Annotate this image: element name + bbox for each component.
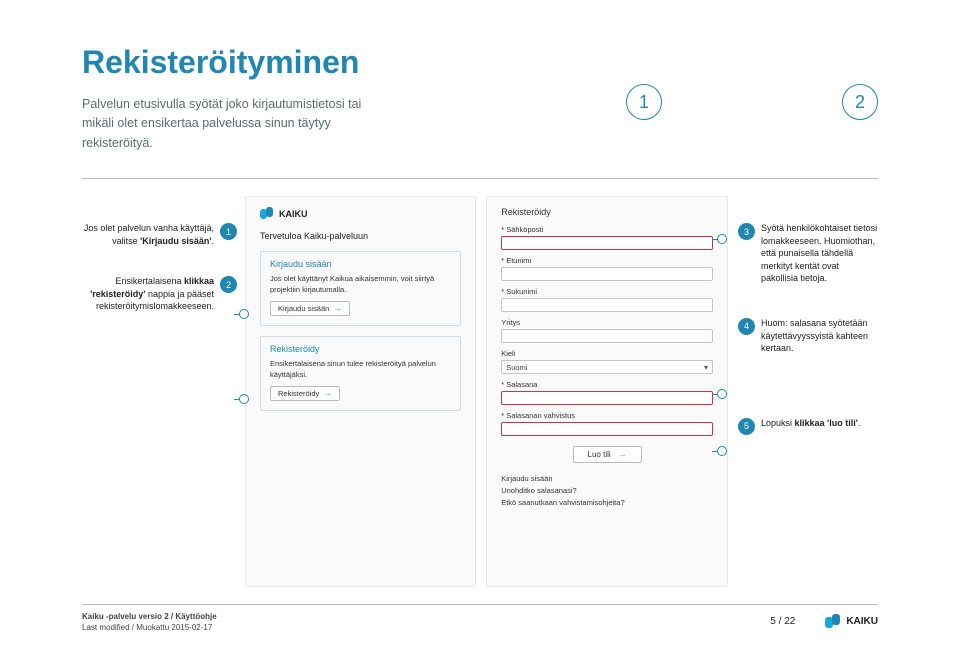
password2-field[interactable]: [501, 422, 713, 436]
register-box: Rekisteröidy Ensikertalaisena sinun tule…: [260, 336, 461, 411]
firstname-field[interactable]: [501, 267, 713, 281]
arrow-right-icon: →: [619, 450, 627, 459]
annotation-4-text: Huom: salasana syötetään käytettävyyssyi…: [761, 317, 878, 355]
page-number: 5 / 22: [770, 616, 795, 627]
lang-label: Kieli: [501, 349, 713, 358]
annotation-1-text: Jos olet palvelun vanha käyttäjä, valits…: [82, 222, 214, 247]
annotation-1-num: 1: [220, 223, 237, 240]
footer-brand: KAIKU: [825, 614, 878, 630]
callout-pointer-2: [239, 394, 249, 404]
email-field[interactable]: [501, 236, 713, 250]
password-field[interactable]: [501, 391, 713, 405]
password-label: * Salasana: [501, 380, 713, 389]
section-marker-1: 1: [626, 84, 662, 120]
org-field[interactable]: [501, 329, 713, 343]
footer-brand-text: KAIKU: [846, 616, 878, 627]
annotation-5: 5 Lopuksi klikkaa 'luo tili'.: [738, 417, 878, 435]
register-button[interactable]: Rekisteröidy →: [270, 386, 340, 401]
arrow-right-icon: →: [323, 389, 332, 398]
brand-logo-text: KAIKU: [279, 209, 308, 219]
annotation-3: 3 Syötä henkilökohtaiset tietosi lomakke…: [738, 222, 878, 285]
resend-confirmation-link[interactable]: Etkö saanutkaan vahvistamisohjeita?: [501, 497, 713, 509]
section-marker-2: 2: [842, 84, 878, 120]
password2-label: * Salasanan vahvistus: [501, 411, 713, 420]
callout-pointer-5: [717, 446, 727, 456]
register-form-title: Rekisteröidy: [501, 207, 713, 217]
brand-logo: KAIKU: [260, 207, 461, 221]
annotation-3-num: 3: [738, 223, 755, 240]
annotation-1: Jos olet palvelun vanha käyttäjä, valits…: [82, 222, 237, 247]
create-account-label: Luo tili: [588, 450, 611, 459]
firstname-label: * Etunimi: [501, 256, 713, 265]
annotation-5-text: Lopuksi klikkaa 'luo tili'.: [761, 417, 860, 430]
annotation-4: 4 Huom: salasana syötetään käytettävyyss…: [738, 317, 878, 355]
register-box-title: Rekisteröidy: [270, 344, 451, 354]
annotation-2: Ensikertalaisena klikkaa 'rekisteröidy' …: [82, 275, 237, 313]
auth-links: Kirjaudu sisään Unohditko salasanasi? Et…: [501, 473, 713, 509]
login-link[interactable]: Kirjaudu sisään: [501, 473, 713, 485]
annotation-5-num: 5: [738, 418, 755, 435]
page-title: Rekisteröityminen: [82, 44, 382, 81]
lang-select[interactable]: Suomi: [501, 360, 713, 374]
lastname-field[interactable]: [501, 298, 713, 312]
screenshot-register-panel: Rekisteröidy * Sähköposti * Etunimi * Su…: [486, 196, 728, 587]
email-label: * Sähköposti: [501, 225, 713, 234]
login-box-title: Kirjaudu sisään: [270, 259, 451, 269]
footer-modified: Last modified / Muokattu 2015-02-17: [82, 622, 217, 633]
annotation-3-text: Syötä henkilökohtaiset tietosi lomakkees…: [761, 222, 878, 285]
annotation-4-num: 4: [738, 318, 755, 335]
register-box-text: Ensikertalaisena sinun tulee rekisteröit…: [270, 359, 451, 380]
divider-bottom: [82, 604, 878, 605]
login-box-text: Jos olet käyttänyt Kaikua aikaisemmin, v…: [270, 274, 451, 295]
create-account-button[interactable]: Luo tili →: [573, 446, 642, 463]
login-button-label: Kirjaudu sisään: [278, 304, 329, 313]
annotation-2-text: Ensikertalaisena klikkaa 'rekisteröidy' …: [82, 275, 214, 313]
login-button[interactable]: Kirjaudu sisään →: [270, 301, 350, 316]
register-button-label: Rekisteröidy: [278, 389, 319, 398]
callout-pointer-4: [717, 389, 727, 399]
footer-doc-title: Kaiku -palvelu versio 2 / Käyttöohje: [82, 611, 217, 622]
lastname-label: * Sukunimi: [501, 287, 713, 296]
lang-selected-value: Suomi: [506, 363, 527, 372]
callout-pointer-1: [239, 309, 249, 319]
welcome-heading: Tervetuloa Kaiku-palveluun: [260, 231, 461, 241]
callout-pointer-3: [717, 234, 727, 244]
intro-text: Palvelun etusivulla syötät joko kirjautu…: [82, 95, 382, 153]
login-box: Kirjaudu sisään Jos olet käyttänyt Kaiku…: [260, 251, 461, 326]
forgot-password-link[interactable]: Unohditko salasanasi?: [501, 485, 713, 497]
brand-logo-icon: [260, 207, 274, 221]
annotation-2-num: 2: [220, 276, 237, 293]
screenshot-login-panel: KAIKU Tervetuloa Kaiku-palveluun Kirjaud…: [245, 196, 476, 587]
arrow-right-icon: →: [333, 304, 342, 313]
brand-logo-icon: [825, 614, 841, 630]
divider-top: [82, 178, 878, 179]
org-label: Yritys: [501, 318, 713, 327]
